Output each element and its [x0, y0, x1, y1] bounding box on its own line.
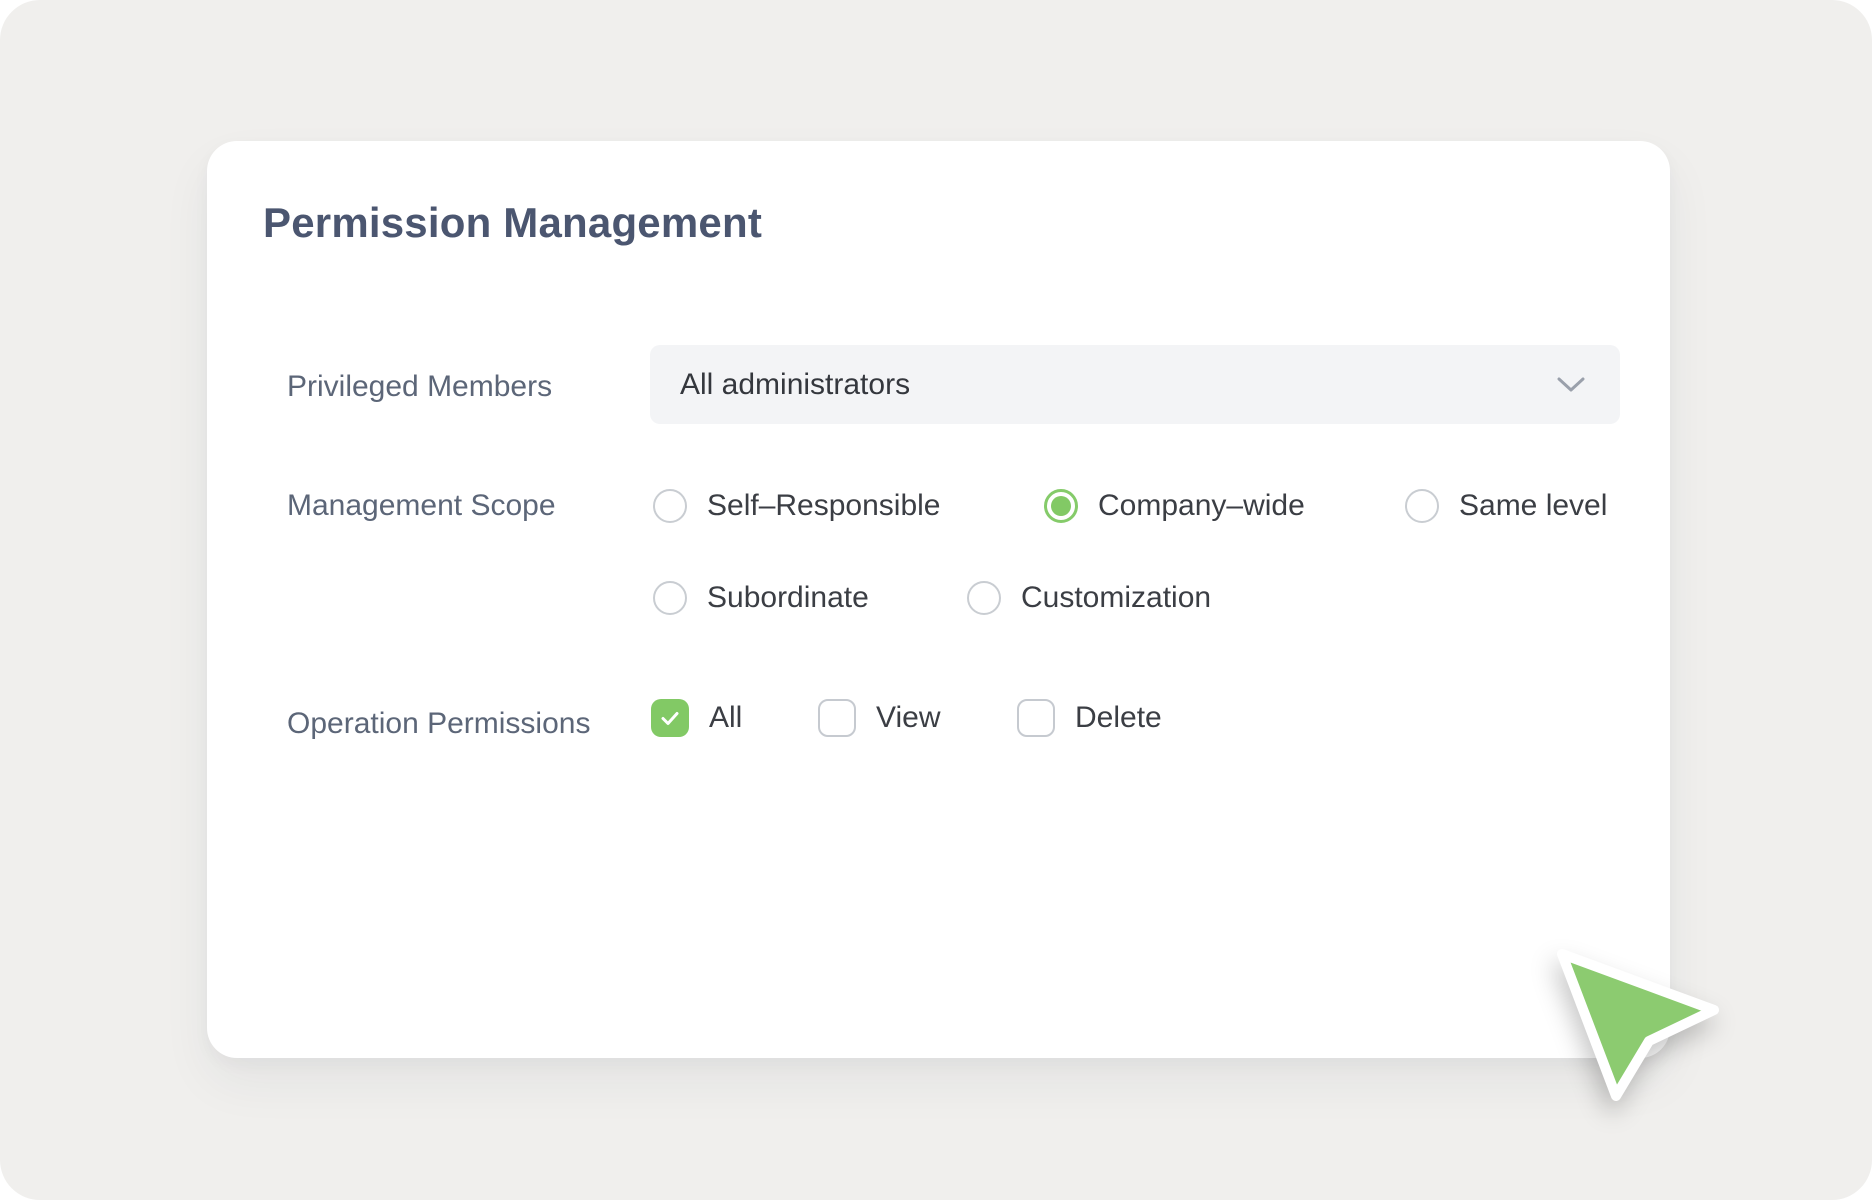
screen-background: Permission Management Privileged Members…	[0, 0, 1872, 1200]
radio-unselected-icon	[653, 489, 687, 523]
radio-option-label: Self–Responsible	[707, 489, 940, 523]
checkbox-option-delete[interactable]: Delete	[1017, 698, 1162, 738]
dropdown-value: All administrators	[680, 368, 910, 402]
management-scope-label: Management Scope	[287, 488, 556, 524]
checkbox-unchecked-icon	[1017, 699, 1055, 737]
radio-option-company-wide[interactable]: Company–wide	[1044, 488, 1305, 524]
radio-option-same-level[interactable]: Same level	[1405, 488, 1607, 524]
radio-option-label: Subordinate	[707, 581, 869, 615]
radio-option-label: Company–wide	[1098, 489, 1305, 523]
radio-dot	[1051, 496, 1071, 516]
green-cursor-arrow-icon	[1536, 936, 1736, 1120]
permission-management-card: Permission Management Privileged Members…	[207, 141, 1670, 1058]
chevron-down-icon	[1556, 376, 1586, 394]
checkbox-option-label: All	[709, 701, 742, 735]
checkbox-option-view[interactable]: View	[818, 698, 940, 738]
checkbox-option-all[interactable]: All	[651, 698, 742, 738]
radio-unselected-icon	[1405, 489, 1439, 523]
checkbox-option-label: Delete	[1075, 701, 1162, 735]
privileged-members-dropdown[interactable]: All administrators	[650, 345, 1620, 424]
checkbox-unchecked-icon	[818, 699, 856, 737]
checkbox-checked-icon	[651, 699, 689, 737]
radio-option-subordinate[interactable]: Subordinate	[653, 580, 869, 616]
page-title: Permission Management	[263, 199, 762, 247]
radio-option-customization[interactable]: Customization	[967, 580, 1211, 616]
checkbox-option-label: View	[876, 701, 940, 735]
privileged-members-label: Privileged Members	[287, 369, 552, 405]
operation-permissions-label: Operation Permissions	[287, 706, 590, 742]
radio-unselected-icon	[653, 581, 687, 615]
radio-option-label: Same level	[1459, 489, 1607, 523]
radio-option-label: Customization	[1021, 581, 1211, 615]
radio-option-self-responsible[interactable]: Self–Responsible	[653, 488, 940, 524]
radio-selected-icon	[1044, 489, 1078, 523]
radio-unselected-icon	[967, 581, 1001, 615]
